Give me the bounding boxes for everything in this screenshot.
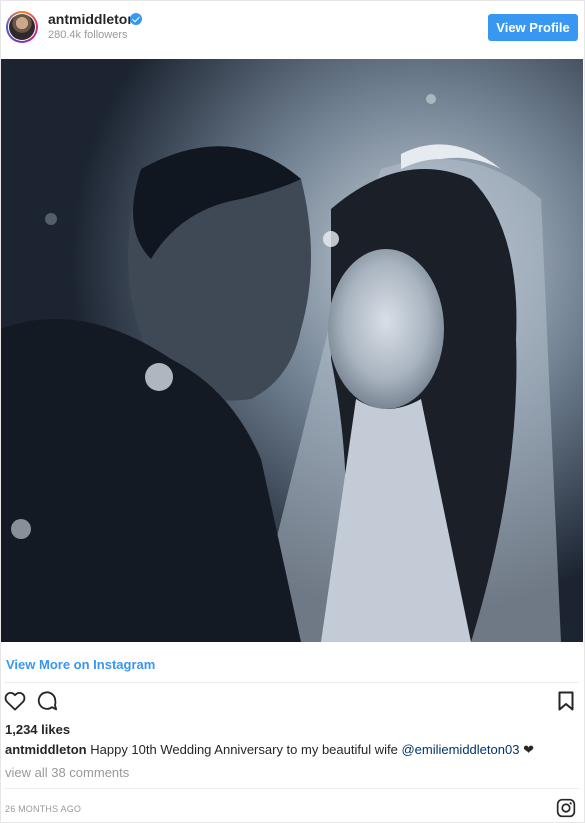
heart-icon[interactable]	[4, 691, 26, 711]
divider	[4, 788, 579, 789]
divider	[4, 682, 579, 683]
view-more-on-instagram-link[interactable]: View More on Instagram	[6, 657, 155, 672]
username[interactable]: antmiddleton	[48, 11, 136, 27]
instagram-embed-card: antmiddleton 280.4k followers View Profi…	[0, 0, 585, 823]
view-all-comments-link[interactable]: view all 38 comments	[5, 765, 129, 780]
post-header: antmiddleton 280.4k followers View Profi…	[1, 1, 585, 55]
caption: antmiddleton Happy 10th Wedding Annivers…	[5, 742, 534, 758]
caption-text: Happy 10th Wedding Anniversary to my bea…	[90, 742, 402, 757]
caption-mention-link[interactable]: @emiliemiddleton03	[401, 742, 519, 757]
post-photo[interactable]	[1, 59, 583, 642]
heart-emoji: ❤	[523, 742, 534, 757]
post-timestamp: 26 MONTHS AGO	[5, 804, 82, 814]
bookmark-icon[interactable]	[558, 691, 574, 711]
instagram-logo-icon[interactable]	[556, 798, 576, 818]
wedding-photo	[1, 59, 583, 642]
follower-count: 280.4k followers	[48, 29, 128, 41]
view-profile-button[interactable]: View Profile	[488, 14, 578, 41]
caption-username[interactable]: antmiddleton	[5, 742, 87, 757]
avatar[interactable]	[6, 11, 38, 43]
verified-badge-icon	[130, 13, 142, 25]
like-count: 1,234 likes	[5, 722, 71, 737]
comment-icon[interactable]	[36, 690, 58, 712]
